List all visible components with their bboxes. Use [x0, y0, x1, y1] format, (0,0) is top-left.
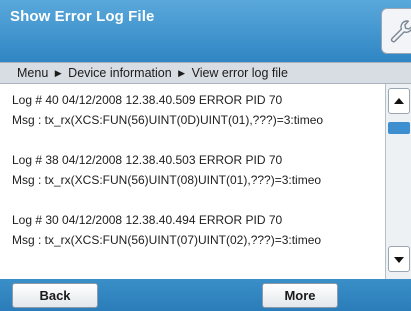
more-button[interactable]: More — [262, 283, 338, 308]
breadcrumb-item-view-error-log: View error log file — [191, 66, 288, 80]
log-entry: Log # 38 04/12/2008 12.38.40.503 ERROR P… — [12, 150, 321, 190]
bottom-toolbar: Back More — [0, 279, 411, 311]
settings-tool-button[interactable] — [381, 8, 411, 54]
scroll-up-button[interactable] — [388, 88, 410, 114]
vertical-scrollbar[interactable] — [385, 84, 411, 279]
arrow-up-icon — [394, 98, 404, 104]
arrow-down-icon — [394, 257, 404, 263]
breadcrumb-separator-icon: ▶ — [54, 68, 62, 78]
log-entry: Log # 40 04/12/2008 12.38.40.509 ERROR P… — [12, 90, 323, 130]
log-entry-header: Log # 38 04/12/2008 12.38.40.503 ERROR P… — [12, 153, 283, 167]
scrollbar-thumb[interactable] — [388, 122, 410, 134]
breadcrumb-item-device-information[interactable]: Device information — [68, 66, 172, 80]
wrench-icon — [390, 20, 411, 43]
breadcrumb-item-menu[interactable]: Menu — [17, 66, 48, 80]
breadcrumb-separator-icon: ▶ — [178, 68, 186, 78]
log-entry-header: Log # 30 04/12/2008 12.38.40.494 ERROR P… — [12, 213, 283, 227]
log-entry-header: Log # 40 04/12/2008 12.38.40.509 ERROR P… — [12, 93, 283, 107]
error-log-screen: Show Error Log File Menu ▶ Device inform… — [0, 0, 411, 311]
back-button[interactable]: Back — [12, 283, 98, 308]
log-entry-message: Msg : tx_rx(XCS:FUN(56)UINT(0D)UINT(01),… — [12, 113, 324, 127]
log-entry: Log # 30 04/12/2008 12.38.40.494 ERROR P… — [12, 210, 321, 250]
log-entry-message: Msg : tx_rx(XCS:FUN(56)UINT(07)UINT(02),… — [12, 233, 322, 247]
title-bar: Show Error Log File — [0, 0, 411, 62]
page-title: Show Error Log File — [10, 8, 155, 25]
log-entry-message: Msg : tx_rx(XCS:FUN(56)UINT(08)UINT(01),… — [12, 173, 322, 187]
scroll-down-button[interactable] — [388, 246, 410, 272]
error-log-list[interactable]: Log # 40 04/12/2008 12.38.40.509 ERROR P… — [0, 84, 385, 279]
breadcrumb: Menu ▶ Device information ▶ View error l… — [0, 62, 411, 84]
